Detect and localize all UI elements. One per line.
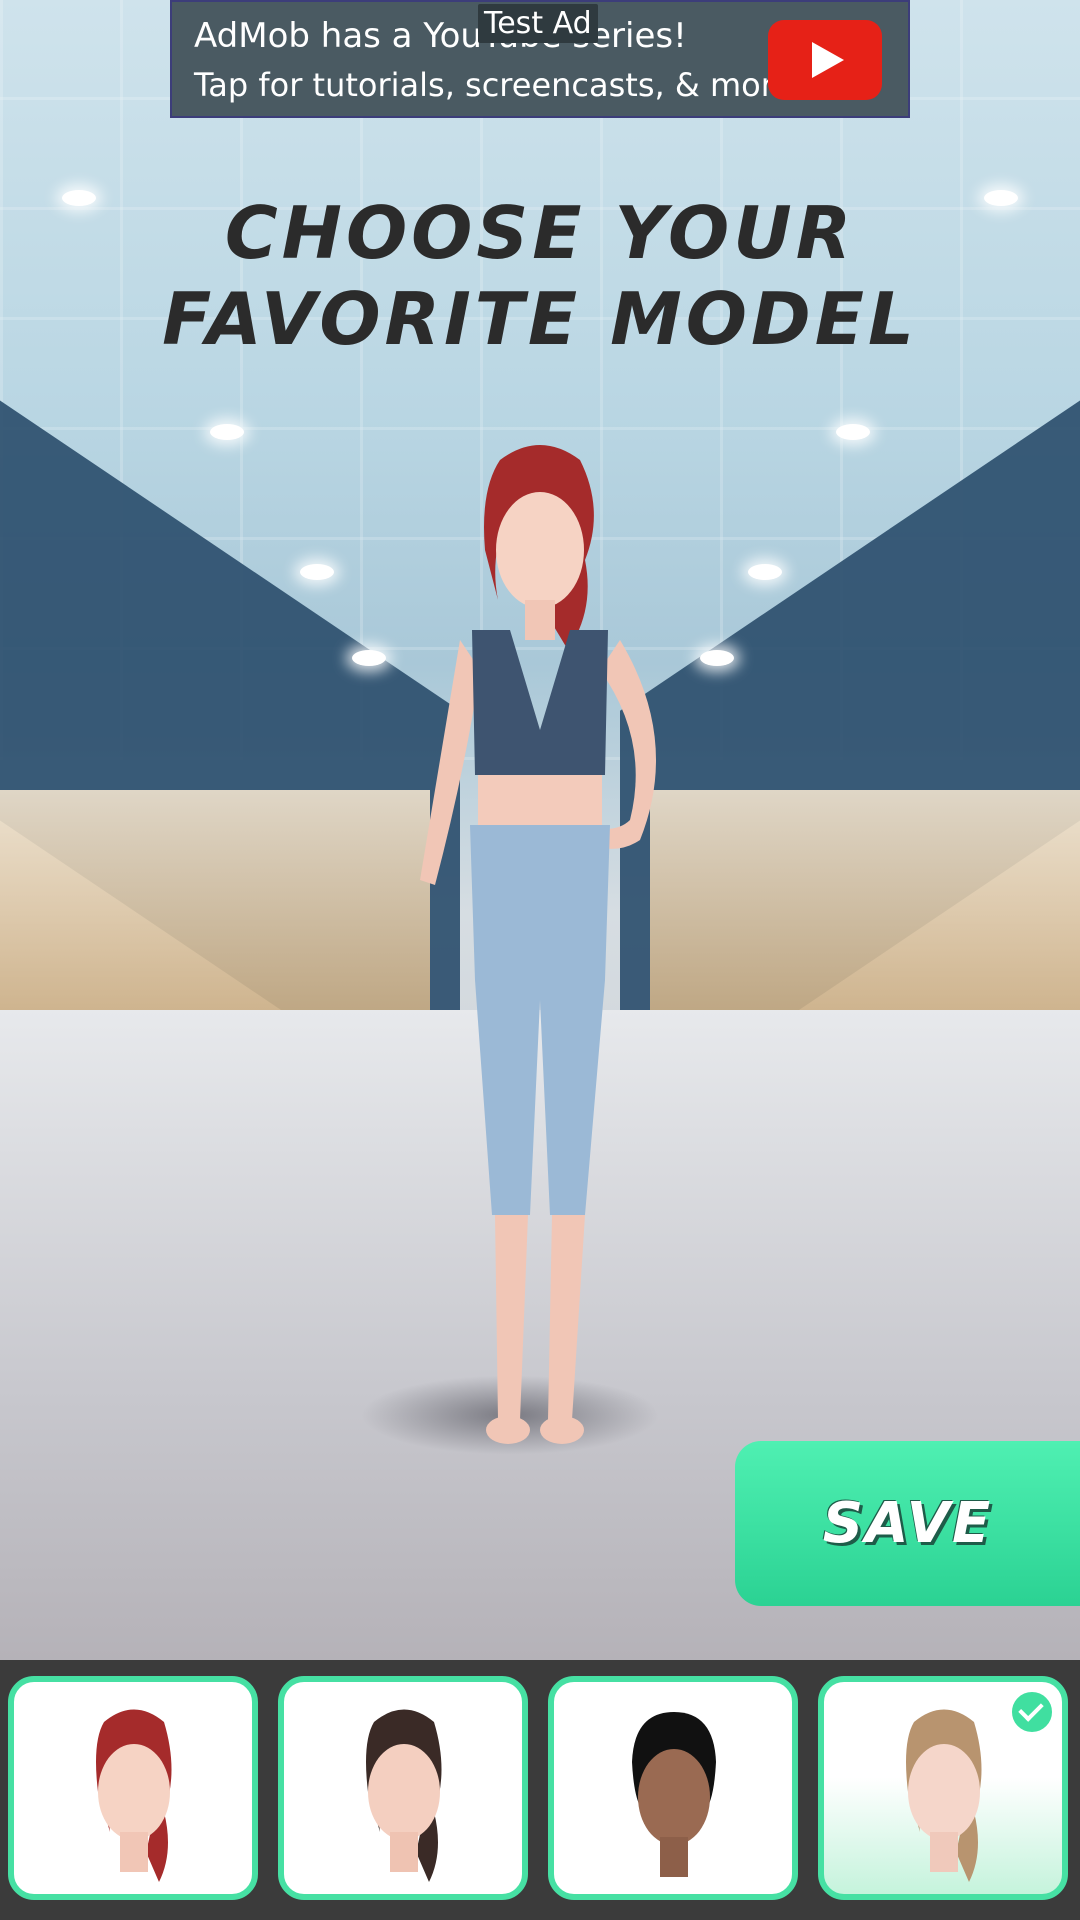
model-figure xyxy=(420,445,656,1444)
test-ad-banner[interactable]: AdMob has a YouTube series! Tap for tuto… xyxy=(170,0,910,118)
left-storefront xyxy=(0,790,430,1040)
selected-check-icon xyxy=(1010,1690,1054,1734)
test-ad-label: Test Ad xyxy=(478,4,598,43)
ceiling-light xyxy=(300,564,334,580)
youtube-play-icon[interactable] xyxy=(768,20,882,100)
model-vest xyxy=(472,630,608,775)
model-card-blonde[interactable] xyxy=(818,1676,1068,1900)
model-neck xyxy=(525,600,555,640)
model-legs xyxy=(495,1215,585,1420)
save-button-label: SAVE xyxy=(822,1491,993,1556)
ceiling-light xyxy=(748,564,782,580)
ad-line-1: AdMob has a YouTube series! xyxy=(194,16,687,56)
right-storefront xyxy=(650,790,1080,1040)
ceiling-light xyxy=(210,424,244,440)
model-jeans xyxy=(470,825,610,1215)
model-card-brunette[interactable] xyxy=(278,1676,528,1900)
black-hair-head-icon xyxy=(632,1712,716,1877)
save-button[interactable]: SAVE xyxy=(735,1441,1080,1606)
model-card-red[interactable] xyxy=(8,1676,258,1900)
model-face xyxy=(496,492,584,608)
model-feet xyxy=(486,1416,530,1444)
red-hair-head-icon xyxy=(96,1709,172,1882)
model-card-black-hair[interactable] xyxy=(548,1676,798,1900)
brunette-head-icon xyxy=(366,1709,442,1882)
ad-line-2: Tap for tutorials, screencasts, & more. xyxy=(194,66,804,104)
ceiling-light xyxy=(836,424,870,440)
ceiling-light xyxy=(700,650,734,666)
page-title: CHOOSE YOUR FAVORITE MODEL xyxy=(162,191,918,361)
